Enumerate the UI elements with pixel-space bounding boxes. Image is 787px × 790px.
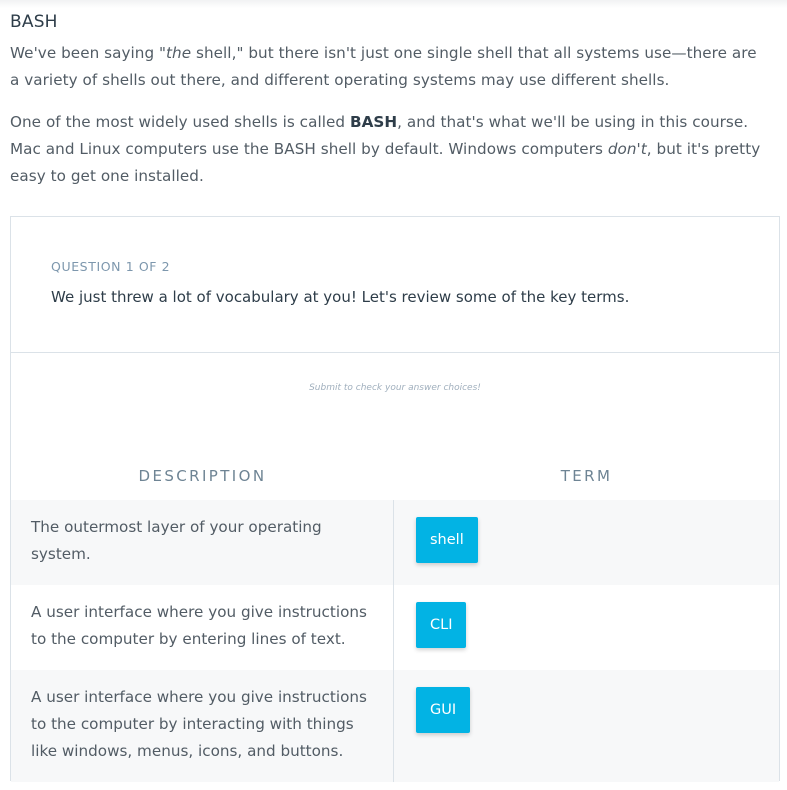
question-count: QUESTION 1 OF 2 — [51, 259, 171, 274]
term-chip-shell[interactable]: shell — [416, 517, 478, 563]
term-drop-zone[interactable]: CLI — [394, 585, 779, 670]
term-drop-zone[interactable]: GUI — [394, 670, 779, 782]
term-column-header: TERM — [560, 467, 613, 485]
matching-row: A user interface where you give instruct… — [11, 670, 779, 782]
para1-emphasis: the — [166, 44, 192, 62]
row-description: A user interface where you give instruct… — [11, 585, 394, 670]
question-prompt: We just threw a lot of vocabulary at you… — [51, 288, 630, 306]
question-header: QUESTION 1 OF 2 We just threw a lot of v… — [11, 217, 779, 353]
matching-rows: The outermost layer of your operating sy… — [11, 500, 779, 782]
para2-emphasis: don't — [607, 140, 647, 158]
submit-hint: Submit to check your answer choices! — [309, 383, 481, 393]
row-description: The outermost layer of your operating sy… — [11, 500, 394, 585]
para2-text-a: One of the most widely used shells is ca… — [10, 113, 350, 131]
para1-text-a: We've been saying " — [10, 44, 167, 62]
top-shadow-bar — [0, 0, 787, 8]
term-drop-zone[interactable]: shell — [394, 500, 779, 585]
matching-row: A user interface where you give instruct… — [11, 585, 779, 670]
term-chip-gui[interactable]: GUI — [416, 687, 471, 733]
section-heading: BASH — [10, 12, 58, 32]
matching-row: The outermost layer of your operating sy… — [11, 500, 779, 585]
para2-strong: BASH — [349, 113, 398, 131]
row-description: A user interface where you give instruct… — [11, 670, 394, 782]
description-column-header: DESCRIPTION — [138, 467, 267, 485]
term-chip-cli[interactable]: CLI — [416, 602, 467, 648]
intro-paragraph: We've been saying "the shell," but there… — [10, 40, 770, 94]
bash-paragraph: One of the most widely used shells is ca… — [10, 109, 770, 190]
quiz-card: QUESTION 1 OF 2 We just threw a lot of v… — [10, 216, 780, 782]
